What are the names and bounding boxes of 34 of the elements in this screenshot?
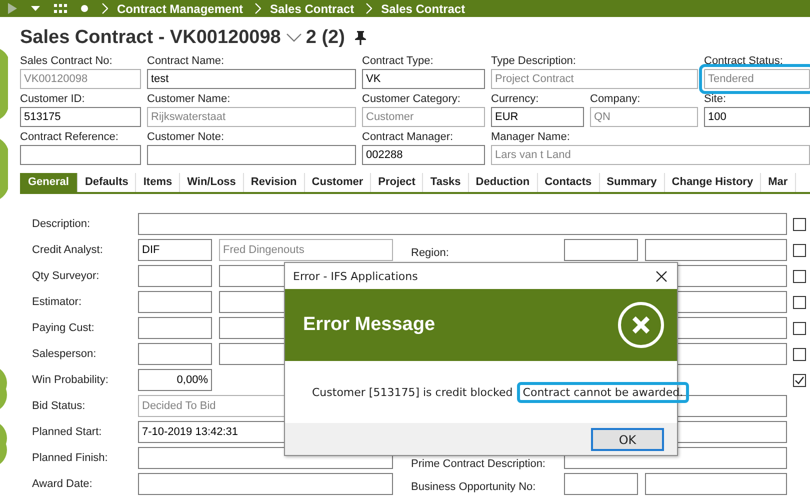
field-label: Contract Type: [362, 54, 434, 69]
field-label: Contract Name: [147, 54, 226, 69]
field-label: Customer Note: [147, 130, 226, 145]
page-title: Sales Contract - VK00120098 [20, 26, 281, 48]
field-label: Type Description: [491, 54, 577, 69]
field-label: Credit Analyst: [32, 244, 104, 256]
field-label: Site: [704, 92, 728, 107]
field-label: Manager Name: [491, 130, 571, 145]
dialog-title: Error - IFS Applications [293, 270, 418, 282]
field-label: Contract Status: [704, 54, 784, 69]
field-label: Sales Contract No: [20, 54, 114, 69]
field-label: Win Probability: [32, 374, 110, 386]
field-label: Currency: [491, 92, 540, 107]
field-label: Prime Contract Description: [410, 458, 546, 471]
field-label: Business Opportunity No: [410, 480, 537, 493]
field-label: Customer ID: [20, 92, 86, 107]
field-label: Contract Manager: [362, 130, 454, 145]
field-label: Planned Finish: [32, 452, 109, 464]
field-label: Description: [32, 218, 92, 230]
record-count: 2 (2) [306, 26, 345, 48]
field-label: Contract Reference: [20, 130, 120, 145]
field-label: Region: [410, 246, 450, 259]
highlighted-message: Contract cannot be awarded. [516, 382, 690, 402]
field-label: Company: [590, 92, 642, 107]
field-label: Bid Status: [32, 400, 86, 412]
field-label: Paying Cust: [32, 322, 96, 334]
field-label: Estimator: [32, 296, 83, 308]
dialog-heading: Error Message [303, 314, 436, 336]
field-label: Customer Name: [147, 92, 232, 107]
field-label: Planned Start: [32, 426, 103, 438]
field-label: Salesperson: [32, 348, 98, 360]
field-label: Qty Surveyor: [32, 270, 100, 282]
field-label: Award Date: [32, 478, 94, 490]
field-label: Customer Category: [362, 92, 462, 107]
